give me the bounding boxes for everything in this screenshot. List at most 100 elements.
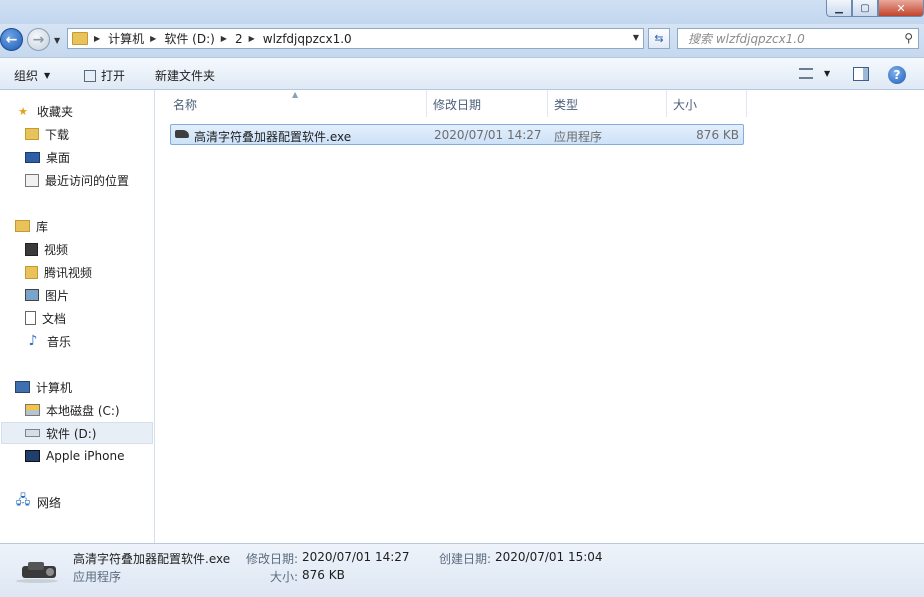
open-label: 打开: [101, 69, 126, 83]
address-bar[interactable]: ▶ 计算机 ▶ 软件 (D:) ▶ 2 ▶ wlzfdjqpzcx1.0 ▼: [67, 28, 644, 49]
sidebar-item-label: 视频: [44, 242, 69, 257]
navigation-pane[interactable]: ★ 收藏夹 下载 桌面 最近访问的位置 库 视频 腾讯视频 图片 文档 ♪ 音乐…: [0, 90, 155, 543]
organize-label: 组织: [14, 69, 39, 83]
chevron-right-icon[interactable]: ▶: [249, 34, 255, 43]
column-header-label: 名称: [173, 98, 198, 112]
folder-icon: [25, 265, 38, 279]
libraries-icon: [15, 220, 30, 232]
sidebar-item-label: 本地磁盘 (C:): [46, 403, 120, 418]
sidebar-item-pictures[interactable]: 图片: [25, 285, 69, 305]
forward-button[interactable]: →: [27, 28, 50, 51]
chevron-right-icon[interactable]: ▶: [221, 34, 227, 43]
sidebar-item-apple-iphone[interactable]: Apple iPhone: [25, 446, 124, 466]
sidebar-item-label: 网络: [37, 495, 62, 510]
details-filetype: 应用程序: [73, 570, 122, 584]
sidebar-item-label: Apple iPhone: [46, 449, 125, 463]
sidebar-item-libraries[interactable]: 库: [15, 216, 48, 236]
refresh-button[interactable]: ⇆: [648, 28, 670, 49]
star-icon: ★: [18, 104, 28, 118]
address-history-dropdown-icon[interactable]: ▼: [633, 33, 639, 42]
column-header-label: 类型: [554, 98, 579, 112]
details-created-label: 创建日期:: [439, 552, 492, 566]
breadcrumb: ▶ 计算机: [94, 30, 144, 47]
music-note-icon: ♪: [28, 333, 38, 349]
refresh-icon: ⇆: [654, 32, 664, 45]
column-header-size[interactable]: 大小: [667, 90, 747, 117]
sidebar-item-label: 最近访问的位置: [45, 173, 130, 188]
sidebar-item-software-d[interactable]: 软件 (D:): [25, 423, 96, 443]
recent-pages-dropdown-icon[interactable]: ▼: [54, 36, 60, 45]
search-input[interactable]: 搜索 wlzfdjqpzcx1.0 ⚲: [677, 28, 919, 49]
sidebar-item-favorites[interactable]: ★ 收藏夹: [15, 101, 73, 121]
breadcrumb-folder-2[interactable]: 2: [235, 32, 243, 46]
column-header-modified[interactable]: 修改日期: [427, 90, 548, 117]
open-button[interactable]: 打开: [84, 67, 125, 84]
breadcrumb: ▶ 软件 (D:): [150, 30, 215, 47]
sidebar-item-music[interactable]: ♪ 音乐: [25, 331, 71, 351]
documents-icon: [25, 311, 36, 325]
sidebar-item-label: 音乐: [47, 334, 72, 349]
sidebar-item-computer[interactable]: 计算机: [15, 377, 72, 397]
application-icon: [175, 130, 189, 138]
sidebar-item-label: 下载: [45, 127, 70, 142]
details-size-value: 876 KB: [302, 568, 345, 582]
chevron-right-icon[interactable]: ▶: [150, 34, 156, 43]
computer-icon: [15, 381, 30, 393]
close-icon[interactable]: ✕: [878, 0, 924, 17]
sidebar-item-desktop[interactable]: 桌面: [25, 147, 70, 167]
file-type: 应用程序: [554, 130, 603, 144]
application-large-icon: [16, 562, 58, 583]
file-list[interactable]: ▲ 名称 修改日期 类型 大小 高清字符叠加器配置软件.exe 2020/07/…: [155, 90, 924, 543]
breadcrumb-computer[interactable]: 计算机: [108, 30, 144, 47]
details-filename: 高清字符叠加器配置软件.exe: [73, 552, 231, 566]
forward-arrow-icon: →: [32, 31, 45, 48]
pictures-icon: [25, 289, 39, 301]
back-arrow-icon: ←: [5, 31, 18, 48]
search-icon[interactable]: ⚲: [904, 31, 913, 45]
minimize-icon[interactable]: ▁: [826, 0, 852, 17]
sidebar-item-downloads[interactable]: 下载: [25, 124, 69, 144]
sidebar-item-videos[interactable]: 视频: [25, 239, 68, 259]
preview-pane-icon[interactable]: [853, 67, 869, 81]
desktop-icon: [25, 151, 40, 163]
sidebar-item-documents[interactable]: 文档: [25, 308, 66, 328]
column-header-label: 大小: [673, 98, 698, 112]
sidebar-item-recent-places[interactable]: 最近访问的位置: [25, 170, 129, 190]
breadcrumb: ▶ 2: [221, 32, 243, 46]
folder-icon: [72, 32, 88, 45]
file-name: 高清字符叠加器配置软件.exe: [194, 130, 352, 144]
open-icon: [84, 69, 96, 82]
view-options-dropdown-icon[interactable]: ▼: [824, 69, 830, 78]
search-placeholder: 搜索 wlzfdjqpzcx1.0: [688, 32, 805, 46]
sidebar-item-label: 桌面: [46, 150, 71, 165]
device-icon: [25, 450, 40, 462]
sidebar-item-network[interactable]: 🖧 网络: [15, 492, 61, 512]
video-icon: [25, 242, 38, 256]
sidebar-item-label: 收藏夹: [37, 104, 74, 119]
sidebar-item-label: 软件 (D:): [46, 426, 97, 441]
chevron-right-icon[interactable]: ▶: [94, 34, 100, 43]
sidebar-item-label: 库: [36, 219, 49, 234]
sidebar-item-local-disk-c[interactable]: 本地磁盘 (C:): [25, 400, 120, 420]
help-icon[interactable]: ?: [888, 66, 906, 84]
maximize-icon[interactable]: ▢: [852, 0, 878, 17]
network-icon: 🖧: [15, 493, 31, 508]
sidebar-item-tencent-video[interactable]: 腾讯视频: [25, 262, 92, 282]
local-disk-icon: [25, 404, 40, 416]
breadcrumb-drive-d[interactable]: 软件 (D:): [164, 30, 214, 47]
downloads-folder-icon: [25, 128, 39, 140]
column-header-type[interactable]: 类型: [548, 90, 667, 117]
details-size-label: 大小:: [270, 570, 299, 584]
organize-button[interactable]: 组织 ▼: [14, 67, 50, 84]
details-created-value: 2020/07/01 15:04: [495, 550, 603, 564]
file-modified: 2020/07/01 14:27: [434, 128, 542, 142]
column-header-name[interactable]: 名称: [167, 90, 427, 117]
sidebar-item-label: 图片: [45, 288, 70, 303]
chevron-down-icon: ▼: [44, 71, 51, 80]
breadcrumb-current-folder[interactable]: wlzfdjqpzcx1.0: [263, 32, 352, 46]
back-button[interactable]: ←: [0, 28, 23, 51]
details-pane: 高清字符叠加器配置软件.exe 应用程序 修改日期: 2020/07/01 14…: [0, 543, 924, 597]
new-folder-button[interactable]: 新建文件夹: [155, 67, 215, 84]
table-row[interactable]: 高清字符叠加器配置软件.exe 2020/07/01 14:27 应用程序 87…: [170, 124, 744, 145]
change-view-icon[interactable]: [799, 68, 813, 79]
